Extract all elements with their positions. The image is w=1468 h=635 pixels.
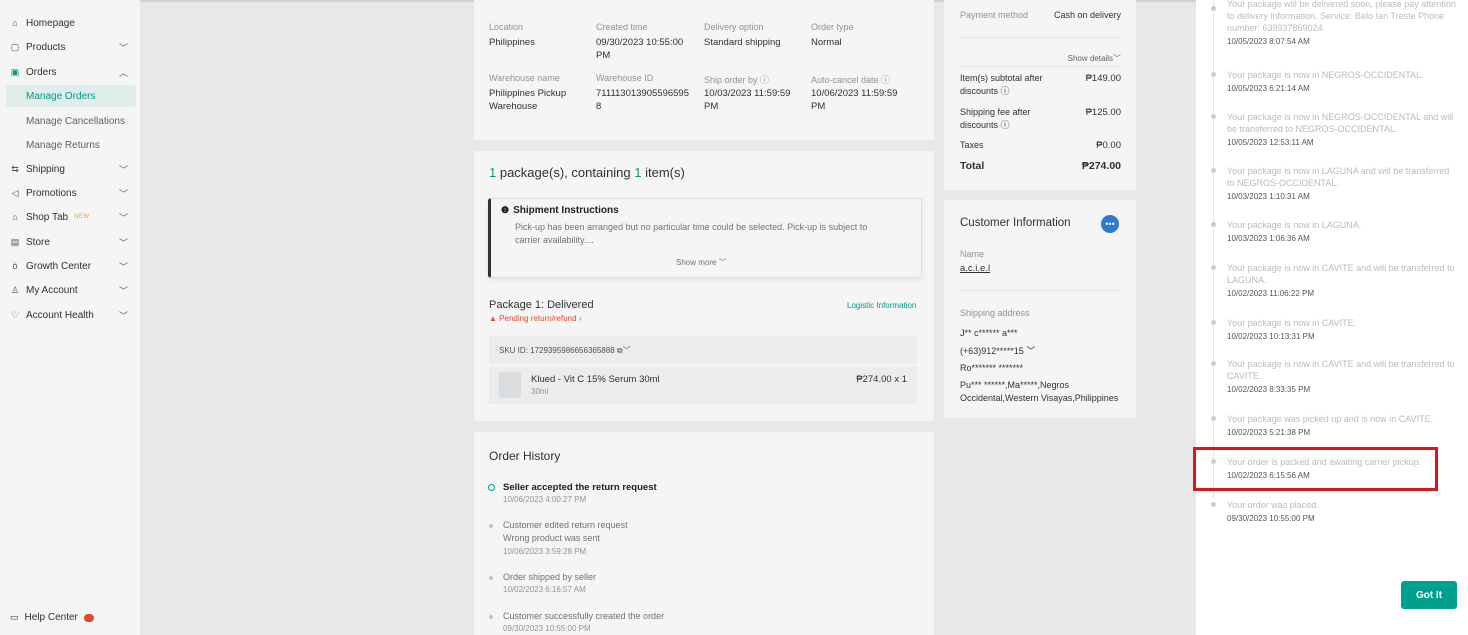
timeline-dot [1211,6,1216,11]
tracking-event: Your package is now in LAGUNA and will b… [1227,166,1450,201]
tracking-event: Your package is now in CAVITE. 10/02/2023… [1227,318,1357,341]
timeline-dot [1211,502,1216,507]
timeline-dot [1211,72,1216,77]
timeline-dot [1211,222,1216,227]
tracking-event: Your package is now in CAVITE and will b… [1227,359,1455,394]
highlight-box [1193,447,1438,491]
tracking-event: Your package is now in NEGROS-OCCIDENTAL… [1227,70,1424,93]
modal-backdrop[interactable] [0,0,1196,635]
timeline-dot [1211,168,1216,173]
tracking-event: Your package is now in CAVITE and will b… [1227,263,1455,298]
tracking-event: Your package is now in LAGUNA. 10/03/2023… [1227,220,1362,243]
timeline-dot [1211,416,1216,421]
tracking-event: Your order was placed. 09/30/2023 10:55:0… [1227,500,1319,523]
timeline-dot [1211,265,1216,270]
tracking-event: Your package is now in NEGROS-OCCIDENTAL… [1227,112,1454,147]
timeline-dot [1211,361,1216,366]
got-it-button[interactable]: Got It [1401,581,1457,609]
tracking-event: Your package will be delivered soon, ple… [1227,0,1456,46]
tracking-event: Your package was picked up and is now in… [1227,414,1434,437]
timeline-dot [1211,320,1216,325]
timeline-dot [1211,114,1216,119]
